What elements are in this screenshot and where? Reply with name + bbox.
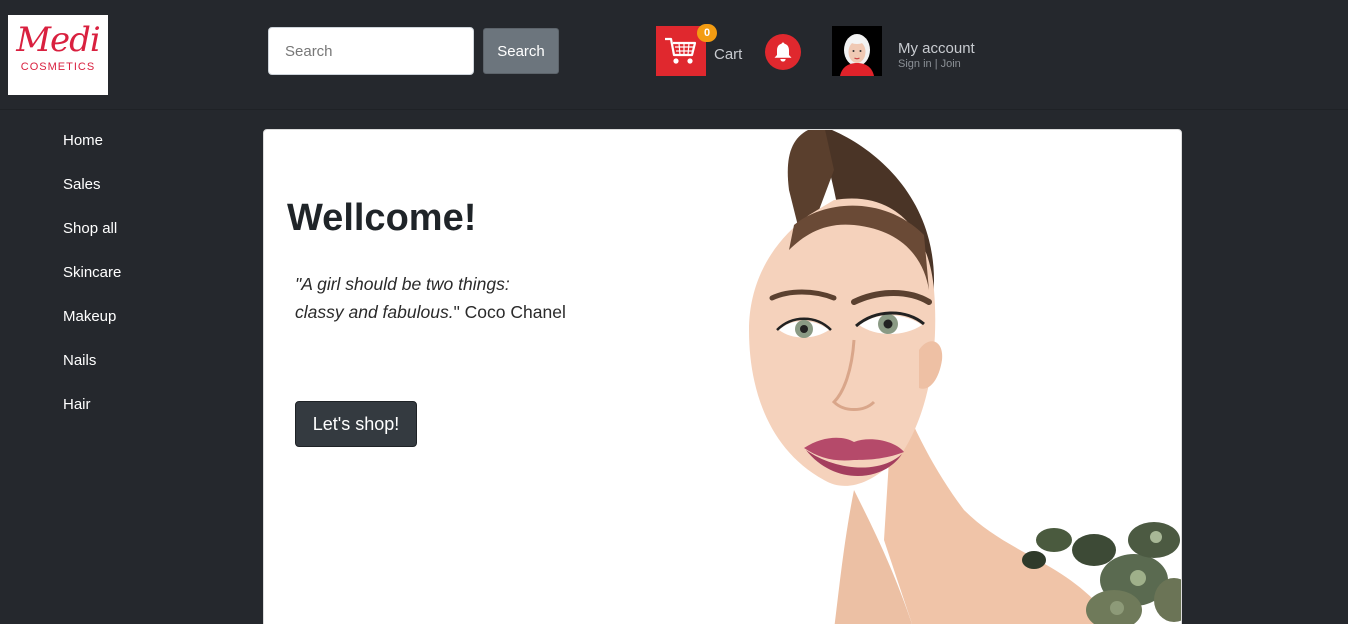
account-auth-links: Sign in | Join: [898, 58, 961, 70]
bell-icon: [774, 42, 792, 62]
brand-logo[interactable]: Medi COSMETICS: [8, 15, 108, 95]
shopping-cart-icon: [665, 37, 697, 64]
logo-script-text: Medi: [16, 20, 101, 60]
sidebar-nav: Home Sales Shop all Skincare Makeup Nail…: [0, 111, 250, 624]
sidebar-item-shop-all[interactable]: Shop all: [63, 220, 117, 238]
sidebar-item-skincare[interactable]: Skincare: [63, 264, 121, 282]
sidebar-item-nails[interactable]: Nails: [63, 352, 96, 370]
join-link[interactable]: Join: [941, 58, 961, 70]
avatar-image: [832, 26, 882, 76]
hero-banner: Wellcome! "A girl should be two things: c…: [263, 129, 1182, 624]
search-input[interactable]: [268, 27, 474, 75]
sidebar-item-makeup[interactable]: Makeup: [63, 308, 116, 326]
hero-quote: "A girl should be two things: classy and …: [295, 270, 595, 326]
sidebar-item-home[interactable]: Home: [63, 132, 103, 150]
sidebar-item-hair[interactable]: Hair: [63, 396, 91, 414]
quote-author: Coco Chanel: [459, 302, 566, 322]
lets-shop-button[interactable]: Let's shop!: [295, 401, 417, 447]
notifications-button[interactable]: [765, 34, 801, 70]
hero-title: Wellcome!: [287, 197, 477, 239]
page: Medi COSMETICS Search 0 Cart: [0, 0, 1348, 624]
cart-label[interactable]: Cart: [714, 46, 742, 63]
quote-line-2: classy and fabulous.: [295, 302, 454, 322]
cart-count-badge: 0: [697, 24, 717, 42]
sidebar-item-sales[interactable]: Sales: [63, 176, 101, 194]
hero-model-photo: [749, 130, 1181, 624]
auth-separator: |: [931, 58, 941, 70]
top-header: Medi COSMETICS Search 0 Cart: [0, 0, 1348, 110]
search-button[interactable]: Search: [483, 28, 559, 74]
user-avatar[interactable]: [832, 26, 882, 76]
quote-line-1: "A girl should be two things:: [295, 274, 510, 294]
logo-sub-text: COSMETICS: [20, 61, 96, 73]
sign-in-link[interactable]: Sign in: [898, 58, 932, 70]
my-account-link[interactable]: My account: [898, 40, 975, 57]
